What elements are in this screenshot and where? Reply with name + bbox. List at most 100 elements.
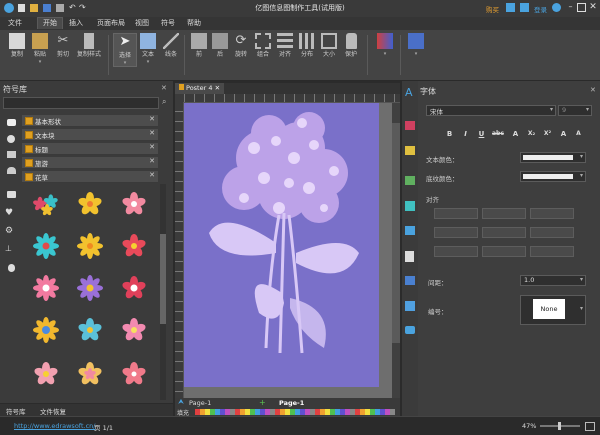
symbol-search-input[interactable] — [3, 97, 159, 109]
numbering-select[interactable]: None ▾ — [520, 295, 586, 325]
yellow-flower-icon[interactable] — [77, 192, 103, 217]
tree-icon[interactable]: ⊥ — [5, 244, 19, 255]
italic-button[interactable]: I — [460, 130, 471, 139]
image-icon[interactable] — [405, 176, 415, 185]
canvas-scrollbar[interactable] — [392, 103, 400, 398]
strikethrough-button[interactable]: abc — [492, 130, 504, 139]
panel-close-icon[interactable]: ✕ — [161, 84, 167, 92]
close-icon[interactable]: ✕ — [149, 129, 155, 137]
highlight-color-picker[interactable]: ▾ — [520, 171, 586, 182]
gear-icon[interactable]: ⚙ — [5, 226, 19, 237]
share-icon[interactable] — [506, 3, 515, 12]
theme-button[interactable]: ▾ — [405, 33, 427, 57]
library-scrollbar[interactable] — [160, 184, 166, 400]
comment-icon[interactable] — [405, 326, 415, 334]
menu-page-layout[interactable]: 页面布局 — [92, 18, 130, 29]
category-titles[interactable]: 标题 ✕ — [22, 143, 158, 155]
poster-page[interactable] — [184, 103, 379, 387]
align-right-button[interactable] — [530, 208, 574, 219]
format-painter-button[interactable]: 复制样式 — [75, 33, 103, 59]
minimize-button[interactable]: – — [566, 3, 575, 12]
pink-star-flower-icon[interactable] — [33, 362, 59, 387]
close-button[interactable]: ✕ — [588, 2, 598, 12]
copy-button[interactable]: 复制 — [6, 33, 28, 59]
bold-button[interactable]: B — [444, 130, 455, 139]
tab-symbol-library[interactable]: 符号库 — [6, 406, 26, 416]
underline-button[interactable]: U — [476, 130, 487, 139]
paste-button[interactable]: 粘贴 ▾ — [29, 33, 51, 65]
properties-icon[interactable] — [405, 301, 415, 311]
document-tab[interactable]: Poster 4 ✕ — [175, 83, 225, 94]
heart-icon[interactable]: ♥ — [5, 208, 19, 219]
shadow-icon[interactable] — [405, 201, 415, 211]
close-icon[interactable]: ✕ — [215, 84, 220, 92]
star-flower-icon[interactable] — [121, 362, 147, 387]
superscript-button[interactable]: X² — [542, 130, 553, 139]
fit-page-icon[interactable] — [585, 422, 595, 431]
protect-button[interactable]: 保护 — [340, 33, 362, 59]
align-center-button[interactable] — [482, 208, 526, 219]
people-icon[interactable] — [5, 165, 19, 176]
website-link[interactable]: http://www.edrawsoft.cn/ — [14, 422, 95, 430]
bouquet-icon[interactable] — [32, 194, 59, 217]
text-tool-button[interactable]: 文本 ▾ — [137, 33, 159, 65]
rotate-button[interactable]: ⟳ 旋转 — [230, 33, 252, 59]
indent-decrease-button[interactable] — [434, 246, 478, 257]
group-button[interactable]: 组合 — [252, 33, 274, 59]
align-bottom-button[interactable] — [530, 227, 574, 238]
teal-flower-icon[interactable] — [33, 233, 59, 259]
close-icon[interactable]: ✕ — [149, 157, 155, 165]
settings-icon[interactable] — [520, 3, 529, 12]
buy-link[interactable]: 购买 — [486, 4, 499, 14]
layer-icon[interactable] — [405, 226, 415, 235]
font-name-select[interactable]: 宋体 ▾ — [426, 105, 556, 116]
pie-chart-icon[interactable] — [5, 133, 19, 144]
text-color-picker[interactable]: ▾ — [520, 152, 586, 163]
indent-increase-button[interactable] — [482, 246, 526, 257]
bullet-button[interactable] — [530, 246, 574, 257]
increase-font-button[interactable]: A — [558, 130, 569, 139]
close-icon[interactable]: ✕ — [149, 171, 155, 179]
mixed-flower-icon[interactable] — [77, 362, 103, 387]
menu-help[interactable]: 帮助 — [182, 18, 206, 29]
document-icon[interactable] — [405, 251, 414, 262]
bring-front-button[interactable]: 前 — [188, 33, 210, 59]
fill-icon[interactable] — [405, 121, 415, 130]
user-icon[interactable] — [552, 3, 561, 12]
camera-icon[interactable] — [5, 189, 19, 200]
category-text-blocks[interactable]: 文本块 ✕ — [22, 129, 158, 141]
heart-flower-icon[interactable] — [121, 276, 147, 301]
close-icon[interactable]: ✕ — [149, 143, 155, 151]
page-tab-left[interactable]: Page-1 — [189, 399, 211, 407]
blue-flower-icon[interactable] — [77, 318, 103, 343]
close-icon[interactable]: ✕ — [149, 115, 155, 123]
pink-flower-icon[interactable] — [121, 192, 147, 217]
zoom-slider[interactable] — [540, 422, 580, 430]
login-link[interactable]: 登录 — [534, 4, 547, 14]
hyperlink-icon[interactable] — [405, 276, 415, 285]
align-left-button[interactable] — [434, 208, 478, 219]
page-prev-button[interactable]: ⮝ — [178, 398, 184, 407]
align-middle-button[interactable] — [482, 227, 526, 238]
add-page-icon[interactable]: + — [259, 398, 266, 407]
red-flower-icon[interactable] — [121, 234, 147, 259]
vase-icon[interactable] — [5, 263, 19, 274]
category-flowers[interactable]: 花草 ✕ — [22, 171, 158, 183]
panel-close-icon[interactable]: ✕ — [590, 86, 596, 94]
map-icon[interactable] — [5, 149, 19, 160]
decrease-font-button[interactable]: A — [573, 130, 584, 139]
search-icon[interactable]: ⌕ — [162, 97, 166, 107]
page-tab-active[interactable]: Page-1 — [279, 399, 304, 407]
align-top-button[interactable] — [434, 227, 478, 238]
size-button[interactable]: 大小 — [318, 33, 340, 59]
line-style-icon[interactable] — [405, 146, 415, 155]
category-travel[interactable]: 旅游 ✕ — [22, 157, 158, 169]
cut-button[interactable]: ✂ 剪切 — [52, 33, 74, 59]
font-size-select[interactable]: 9 ▾ — [558, 105, 592, 116]
pink-lotus-icon[interactable] — [121, 318, 147, 343]
menu-view[interactable]: 视图 — [130, 18, 154, 29]
subscript-button[interactable]: X₂ — [526, 130, 537, 139]
font-icon[interactable]: A — [405, 86, 413, 99]
menu-insert[interactable]: 插入 — [64, 18, 88, 29]
menu-symbol[interactable]: 符号 — [156, 18, 180, 29]
